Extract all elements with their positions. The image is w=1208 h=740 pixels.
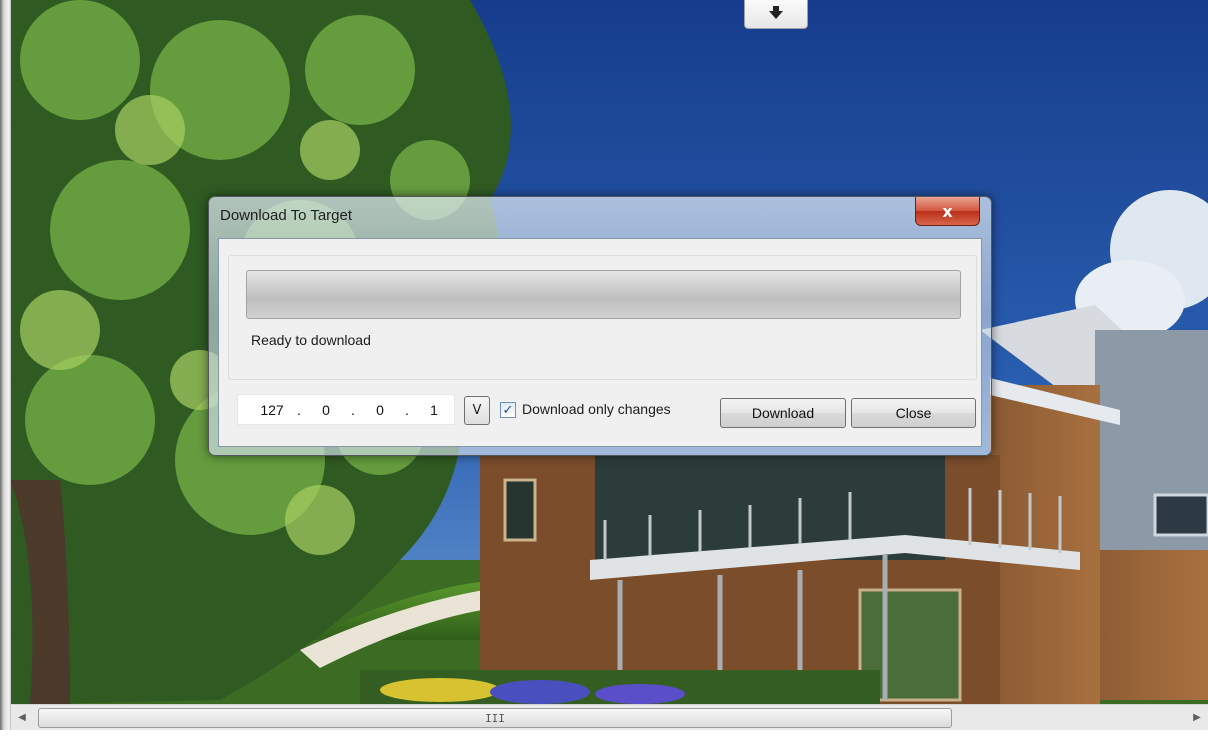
ip-dot: . (351, 401, 355, 418)
download-button[interactable]: Download (720, 398, 846, 428)
dialog-title: Download To Target (220, 207, 353, 224)
window-left-border (0, 0, 11, 740)
ip-dot: . (297, 401, 301, 418)
dialog-close-x-button[interactable]: x (915, 197, 980, 226)
ip-address-field[interactable]: 127 . 0 . 0 . 1 (237, 394, 455, 425)
scroll-left-arrow-icon[interactable]: ◀ (11, 705, 33, 730)
scroll-right-arrow-icon[interactable]: ▶ (1186, 705, 1208, 730)
grip-icon: III (485, 711, 505, 725)
ip-octet-2: 0 (322, 401, 330, 418)
ip-octet-3: 0 (376, 401, 384, 418)
v-button[interactable]: V (464, 396, 490, 425)
download-to-target-dialog: Download To Target x Ready to download 1… (208, 196, 992, 456)
checkmark-icon: ✓ (502, 402, 514, 418)
horizontal-scrollbar[interactable]: ◀ III ▶ (11, 704, 1208, 730)
download-only-changes-checkbox[interactable]: ✓ (500, 402, 516, 418)
ip-octet-1: 127 (260, 401, 284, 418)
download-progress-bar (246, 270, 961, 319)
ip-dot: . (405, 401, 409, 418)
bottom-margin (0, 730, 1208, 740)
close-button[interactable]: Close (851, 398, 976, 428)
status-text: Ready to download (251, 332, 371, 348)
close-icon: x (942, 201, 953, 221)
collapse-toggle-button[interactable] (744, 0, 808, 29)
dialog-client-area: Ready to download 127 . 0 . 0 . 1 V ✓ Do… (218, 238, 982, 447)
ip-octet-4: 1 (430, 401, 438, 418)
download-only-changes-label[interactable]: Download only changes (522, 401, 671, 417)
arrow-down-icon (769, 5, 783, 19)
scrollbar-thumb[interactable]: III (38, 708, 952, 728)
